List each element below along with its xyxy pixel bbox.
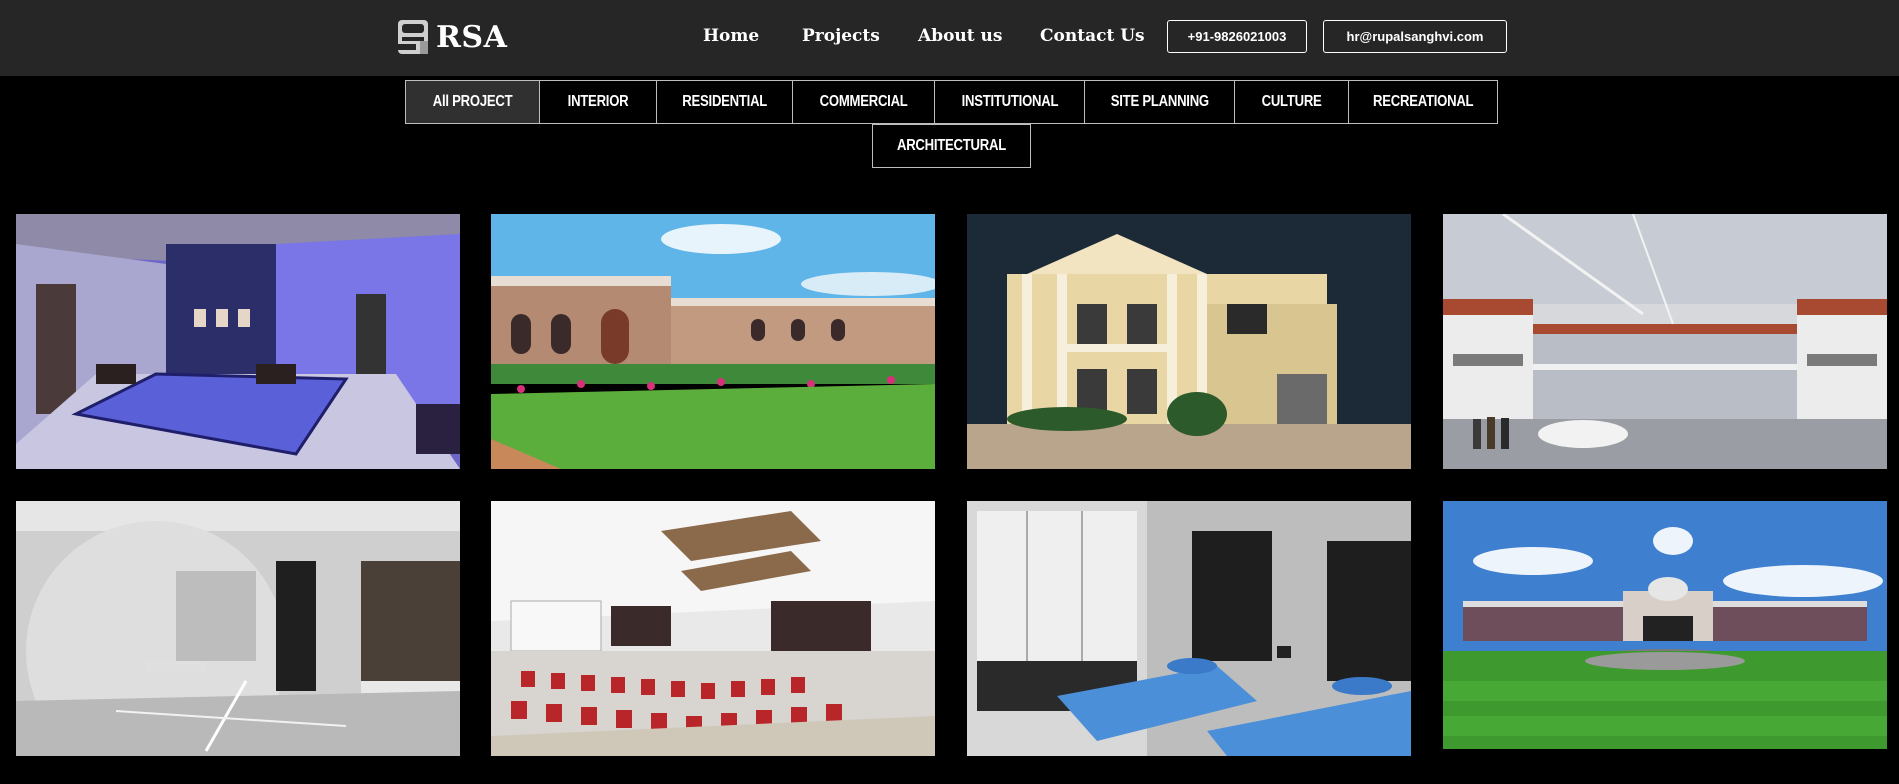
tab-label: COMMERCIAL [819, 93, 908, 110]
project-thumbnail-residential-villa[interactable] [967, 214, 1411, 469]
rsa-logo-icon [396, 18, 430, 56]
tab-label: RESIDENTIAL [682, 93, 767, 110]
tab-institutional[interactable]: INSTITUTIONAL [934, 80, 1085, 124]
tab-label: INSTITUTIONAL [961, 93, 1058, 110]
tab-commercial[interactable]: COMMERCIAL [792, 80, 935, 124]
tab-culture[interactable]: CULTURE [1234, 80, 1349, 124]
tab-label: All PROJECT [432, 93, 513, 110]
project-thumbnail-interior-conference[interactable] [16, 214, 460, 469]
project-thumbnail-bedroom[interactable] [967, 501, 1411, 756]
nav-contact-us[interactable]: Contact Us [1040, 26, 1145, 46]
project-thumbnail-auditorium[interactable] [491, 501, 935, 756]
tab-all-project[interactable]: All PROJECT [405, 80, 540, 124]
tab-label: ARCHITECTURAL [896, 137, 1007, 154]
project-thumbnail-heritage-building[interactable] [491, 214, 935, 469]
site-header: RSA Home Projects About us Contact Us +9… [0, 0, 1899, 76]
email-button[interactable]: hr@rupalsanghvi.com [1323, 20, 1507, 53]
tab-site-planning[interactable]: SITE PLANNING [1084, 80, 1235, 124]
tab-label: CULTURE [1261, 93, 1322, 110]
tab-label: SITE PLANNING [1110, 93, 1209, 110]
tab-interior[interactable]: INTERIOR [539, 80, 657, 124]
phone-button[interactable]: +91-9826021003 [1167, 20, 1307, 53]
nav-about-us[interactable]: About us [918, 26, 1002, 46]
nav-home[interactable]: Home [703, 26, 759, 46]
brand-name: RSA [436, 19, 508, 55]
tab-label: RECREATIONAL [1372, 93, 1474, 110]
project-thumbnail-white-lounge[interactable] [16, 501, 460, 756]
tab-label: INTERIOR [567, 93, 629, 110]
brand-logo[interactable]: RSA [396, 17, 507, 57]
project-thumbnail-institutional-campus[interactable] [1443, 501, 1887, 749]
project-thumbnail-commercial-complex[interactable] [1443, 214, 1887, 469]
tab-residential[interactable]: RESIDENTIAL [656, 80, 793, 124]
tab-recreational[interactable]: RECREATIONAL [1348, 80, 1498, 124]
nav-projects[interactable]: Projects [802, 26, 880, 46]
tab-architectural[interactable]: ARCHITECTURAL [872, 124, 1031, 168]
